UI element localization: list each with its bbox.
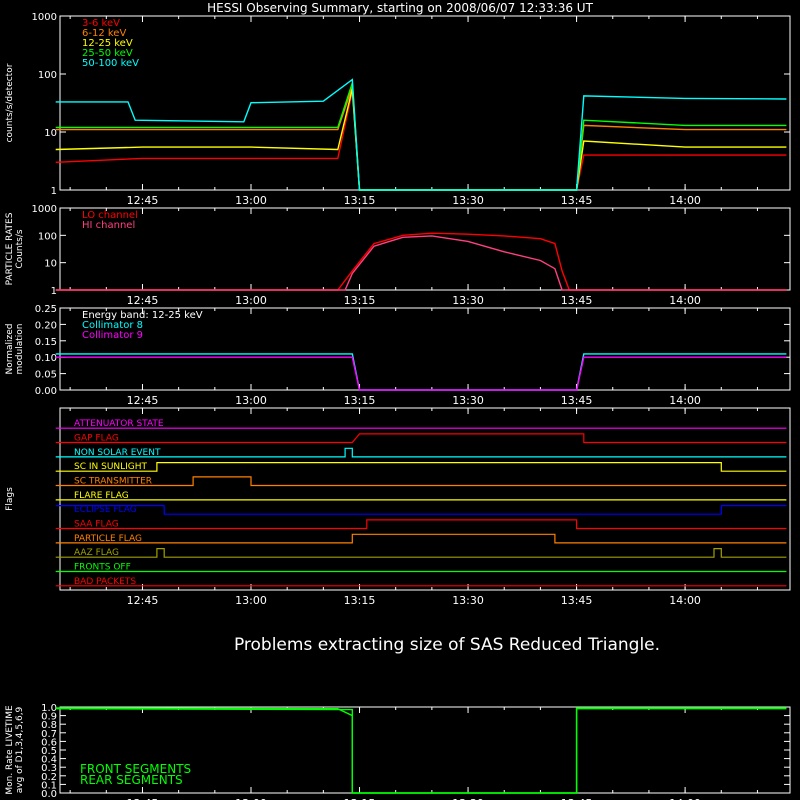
x-tick-label: 13:15: [344, 294, 376, 307]
y-tick-label: 0.00: [35, 386, 57, 397]
y-tick-label: 1000: [32, 12, 57, 23]
x-tick-label: 14:00: [669, 394, 701, 407]
y-tick-label: 1: [51, 286, 57, 297]
x-tick-label: 13:30: [452, 394, 484, 407]
legend-label: 50-100 keV: [82, 58, 139, 69]
x-tick-label: 13:30: [452, 294, 484, 307]
x-tick-label: 12:45: [127, 194, 159, 207]
flag-label: PARTICLE FLAG: [74, 534, 142, 544]
x-tick-label: 13:45: [561, 294, 593, 307]
flag-label: NON SOLAR EVENT: [74, 448, 161, 458]
x-tick-label: 13:15: [344, 394, 376, 407]
flag-label: FRONTS OFF: [74, 563, 131, 573]
x-tick-label: 13:15: [344, 594, 376, 607]
x-tick-label: 13:00: [235, 594, 267, 607]
legend-label: Collimator 9: [82, 330, 143, 341]
flag-label: SC TRANSMITTER: [74, 477, 152, 487]
y-tick-label: 0.25: [35, 304, 57, 315]
x-tick-label: 14:00: [669, 294, 701, 307]
y-tick-label: 1.0: [41, 703, 57, 714]
y-tick-label: 0.20: [35, 320, 57, 331]
flags-y-label: Flags: [5, 487, 15, 511]
legend-label: HI channel: [82, 220, 135, 231]
y-tick-label: 0.15: [35, 337, 57, 348]
x-tick-label: 14:00: [669, 594, 701, 607]
y-tick-label: 0.10: [35, 353, 57, 364]
y-tick-label: 10: [44, 128, 57, 139]
modulation-y-label: modulation: [15, 324, 25, 375]
x-tick-label: 14:00: [669, 194, 701, 207]
y-tick-label: 1: [51, 186, 57, 197]
count-rates-y-label: counts/s/detector: [5, 63, 15, 142]
flag-label: FLARE FLAG: [74, 491, 129, 501]
flag-label: AAZ FLAG: [74, 548, 119, 558]
x-tick-label: 12:45: [127, 594, 159, 607]
y-tick-label: 10: [44, 259, 57, 270]
x-tick-label: 13:00: [235, 194, 267, 207]
x-tick-label: 13:00: [235, 394, 267, 407]
x-tick-label: 13:45: [561, 594, 593, 607]
particle-rates-y-label: Counts/s: [15, 229, 25, 268]
x-tick-label: 12:45: [127, 394, 159, 407]
flag-label: ECLIPSE FLAG: [74, 505, 137, 515]
y-tick-label: 0.05: [35, 370, 57, 381]
livetime-y-label: avg of D1,3,4,5,6,9: [15, 706, 25, 793]
livetime-y-label: Mon. Rate LIVETIME: [5, 705, 15, 795]
x-tick-label: 12:45: [127, 294, 159, 307]
sas-error-message: Problems extracting size of SAS Reduced …: [234, 635, 660, 655]
flag-label: BAD PACKETS: [74, 577, 136, 587]
flag-label: SAA FLAG: [74, 520, 119, 530]
flag-label: GAP FLAG: [74, 434, 119, 444]
flag-label: ATTENUATOR STATE: [74, 419, 164, 429]
x-tick-label: 13:00: [235, 294, 267, 307]
plot-title: HESSI Observing Summary, starting on 200…: [207, 1, 593, 15]
modulation-y-label: Normalized: [5, 323, 15, 374]
y-tick-label: 1000: [32, 204, 57, 215]
flag-label: SC IN SUNLIGHT: [74, 462, 148, 472]
x-tick-label: 13:45: [561, 394, 593, 407]
x-tick-label: 13:30: [452, 594, 484, 607]
hessi-summary-plot: HESSI Observing Summary, starting on 200…: [0, 0, 800, 800]
x-tick-label: 13:30: [452, 194, 484, 207]
y-tick-label: 100: [38, 231, 57, 242]
x-tick-label: 13:15: [344, 194, 376, 207]
x-tick-label: 13:45: [561, 194, 593, 207]
y-tick-label: 100: [38, 70, 57, 81]
legend-label: REAR SEGMENTS: [80, 773, 183, 787]
particle-rates-y-label: PARTICLE RATES: [5, 212, 15, 285]
